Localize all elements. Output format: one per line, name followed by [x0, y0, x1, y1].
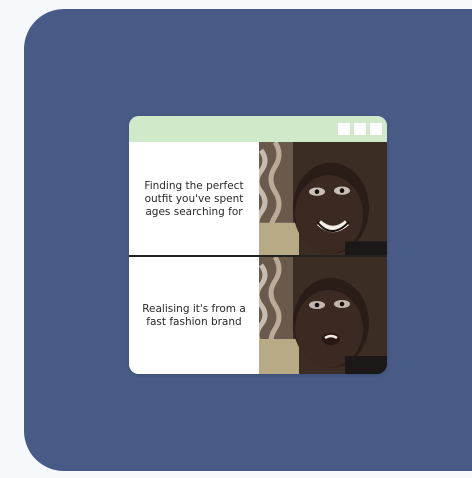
disappointed-man-image — [259, 257, 387, 374]
top-caption-cell: Finding the perfect outfit you've spent … — [129, 142, 259, 256]
stage: Finding the perfect outfit you've spent … — [0, 0, 472, 478]
window-titlebar — [129, 116, 387, 142]
top-meme-photo — [259, 142, 387, 255]
window-button-icon[interactable] — [354, 123, 366, 135]
window-button-icon[interactable] — [338, 123, 350, 135]
meme-divider — [129, 255, 387, 257]
bottom-caption: Realising it's from a fast fashion brand — [142, 302, 246, 328]
bottom-caption-cell: Realising it's from a fast fashion brand — [129, 257, 259, 374]
smiling-man-image — [259, 142, 387, 255]
bottom-meme-photo — [259, 257, 387, 374]
top-caption: Finding the perfect outfit you've spent … — [144, 179, 244, 218]
meme-window: Finding the perfect outfit you've spent … — [129, 116, 387, 374]
window-button-icon[interactable] — [370, 123, 382, 135]
